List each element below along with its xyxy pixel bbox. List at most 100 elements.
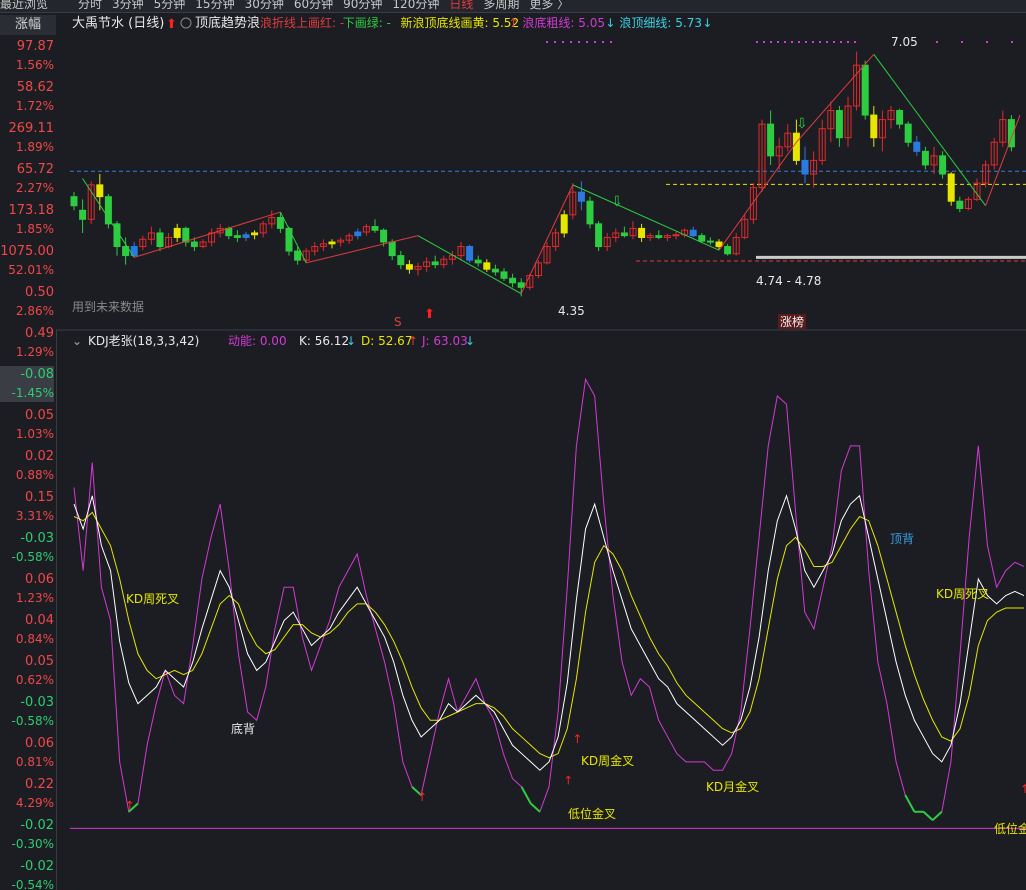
signal-up-icon: ⬆: [166, 17, 177, 32]
buy-signal-icon: ↑: [417, 790, 427, 804]
watchlist-change-pct: 1.29%: [15, 345, 54, 359]
candle-body: [801, 159, 809, 175]
kdj-annotation: 底背: [231, 721, 255, 736]
candle-body: [190, 241, 198, 248]
candle-body: [388, 241, 396, 257]
watchlist-change-pct: 0.81%: [15, 755, 54, 769]
watchlist-row[interactable]: 0.06 1.23%: [0, 571, 54, 607]
watchlist-row[interactable]: 0.22 4.29%: [0, 776, 54, 812]
kdj-annotation: KD周金叉: [581, 753, 634, 768]
kdj-j-value: J: 63.03: [421, 334, 468, 348]
period-tab[interactable]: 120分钟: [392, 0, 439, 11]
kdj-j-line: [73, 377, 1025, 821]
watchlist-change-value: 0.50: [25, 285, 54, 300]
period-tab[interactable]: 5分钟: [154, 0, 186, 11]
candle-body: [173, 227, 181, 238]
candle-body: [913, 141, 921, 152]
kdj-j-low-segment: [904, 794, 916, 813]
candle-body: [70, 196, 78, 207]
watchlist-row[interactable]: 0.50 2.86%: [0, 284, 54, 320]
top-marker-dot: [578, 41, 580, 43]
indicator-legend-item: 新浪顶底线画黄: 5.52: [401, 15, 520, 30]
watchlist-row[interactable]: 0.49 1.29%: [0, 325, 54, 361]
top-marker-dot: [805, 41, 807, 43]
top-marker-dot: [819, 41, 821, 43]
watchlist-row[interactable]: 269.11 1.89%: [0, 120, 55, 156]
watchlist-sidebar: 涨幅 97.87 1.56% 58.62 1.72% 269.11 1.89% 65.72 2…: [0, 13, 57, 890]
watchlist-change-pct: -0.30%: [11, 837, 54, 851]
buy-signal-icon: ↑: [125, 798, 135, 812]
candle-body: [397, 255, 405, 266]
kdj-annotation: KD周死叉: [936, 587, 989, 601]
indicator-legend-item: 浪折线上画红: -: [260, 15, 344, 30]
kdj-d-line: [73, 511, 1024, 759]
recent-browse-tab[interactable]: 最近浏览: [0, 0, 48, 10]
watchlist-change-value: 0.15: [25, 490, 54, 505]
top-marker-dot: [840, 41, 842, 43]
period-tab[interactable]: 分时: [78, 0, 102, 11]
watchlist-row[interactable]: 65.72 2.27%: [0, 161, 54, 197]
watchlist-row[interactable]: 1075.00 52.01%: [0, 243, 54, 279]
watchlist-row[interactable]: 0.05 0.62%: [0, 653, 54, 689]
candle-body: [431, 261, 439, 266]
buy-signal-icon: ↑: [563, 774, 573, 788]
kdj-panel: ⌄ KDJ老张(18,3,3,42) 动能: 0.00 K: 56.12↓ D: 52.…: [70, 334, 1026, 836]
watchlist-row[interactable]: -0.03 -0.58%: [0, 694, 54, 730]
watchlist-row[interactable]: 0.05 1.03%: [0, 407, 54, 443]
candle-body: [354, 231, 362, 237]
indicator-name: 顶底趋势浪: [195, 15, 260, 31]
top-marker-dot: [610, 41, 612, 43]
watchlist-row[interactable]: 58.62 1.72%: [0, 79, 54, 115]
top-marker-dot: [570, 41, 572, 43]
watchlist-row[interactable]: -0.02 -0.54%: [0, 858, 54, 890]
candle-body: [792, 132, 800, 161]
candle-body: [638, 227, 646, 238]
candle-body: [947, 173, 955, 202]
watchlist-row[interactable]: -0.03 -0.58%: [0, 530, 54, 566]
watchlist-change-pct: -0.58%: [11, 714, 54, 728]
candle-body: [767, 123, 775, 157]
period-tab[interactable]: 15分钟: [195, 0, 234, 11]
candle-body: [517, 282, 525, 288]
sell-arrow-icon: ⇩: [611, 194, 623, 210]
kdj-annotation: 低位金叉: [568, 806, 616, 821]
watchlist-row[interactable]: 0.15 3.31%: [0, 489, 54, 525]
candle-body: [474, 259, 482, 264]
watchlist-change-pct: 2.86%: [15, 304, 54, 318]
kdj-annotation: 顶背: [890, 532, 914, 546]
period-tab[interactable]: 30分钟: [245, 0, 284, 11]
watchlist-change-pct: 1.89%: [15, 140, 54, 154]
buy-signal-icon: ↑: [1020, 782, 1026, 796]
top-marker-dot: [798, 41, 800, 43]
kdj-j-low-segment: [922, 811, 934, 821]
top-marker-dot: [847, 41, 849, 43]
watchlist-row[interactable]: 173.18 1.85%: [0, 202, 55, 238]
watchlist-row[interactable]: 0.04 0.84%: [0, 612, 54, 648]
candle-body: [706, 240, 714, 243]
candle-body: [620, 232, 628, 237]
top-marker-dot: [791, 41, 793, 43]
legend-arrow-icon: ↓: [605, 16, 615, 30]
top-marker-dot: [763, 41, 765, 43]
period-tab[interactable]: 60分钟: [294, 0, 333, 11]
watchlist-row[interactable]: -0.02 -0.30%: [0, 817, 54, 853]
period-tab[interactable]: 多周期: [483, 0, 519, 11]
candle-body: [96, 184, 104, 198]
watchlist-change-pct: 1.72%: [15, 99, 54, 113]
watchlist-change-value: -0.03: [20, 531, 54, 546]
period-tab[interactable]: 日线: [449, 0, 473, 11]
period-tab[interactable]: 更多 〉: [529, 0, 569, 11]
watchlist-row[interactable]: 0.02 0.88%: [0, 448, 54, 484]
candle-body: [294, 250, 302, 261]
period-tab[interactable]: 90分钟: [343, 0, 382, 11]
watchlist-change-pct: 1.03%: [15, 427, 54, 441]
candle-body: [870, 114, 878, 139]
change-column-header[interactable]: 涨幅: [0, 15, 56, 35]
legend-arrow-icon: ↑: [508, 16, 518, 30]
watchlist-row[interactable]: 97.87 1.56%: [0, 38, 54, 74]
candle-body: [509, 277, 517, 284]
period-tab[interactable]: 3分钟: [112, 0, 144, 11]
watchlist-row[interactable]: 0.06 0.81%: [0, 735, 54, 771]
watchlist-change-pct: 52.01%: [8, 263, 54, 277]
watchlist-row[interactable]: -0.08 -1.45%: [0, 366, 54, 402]
